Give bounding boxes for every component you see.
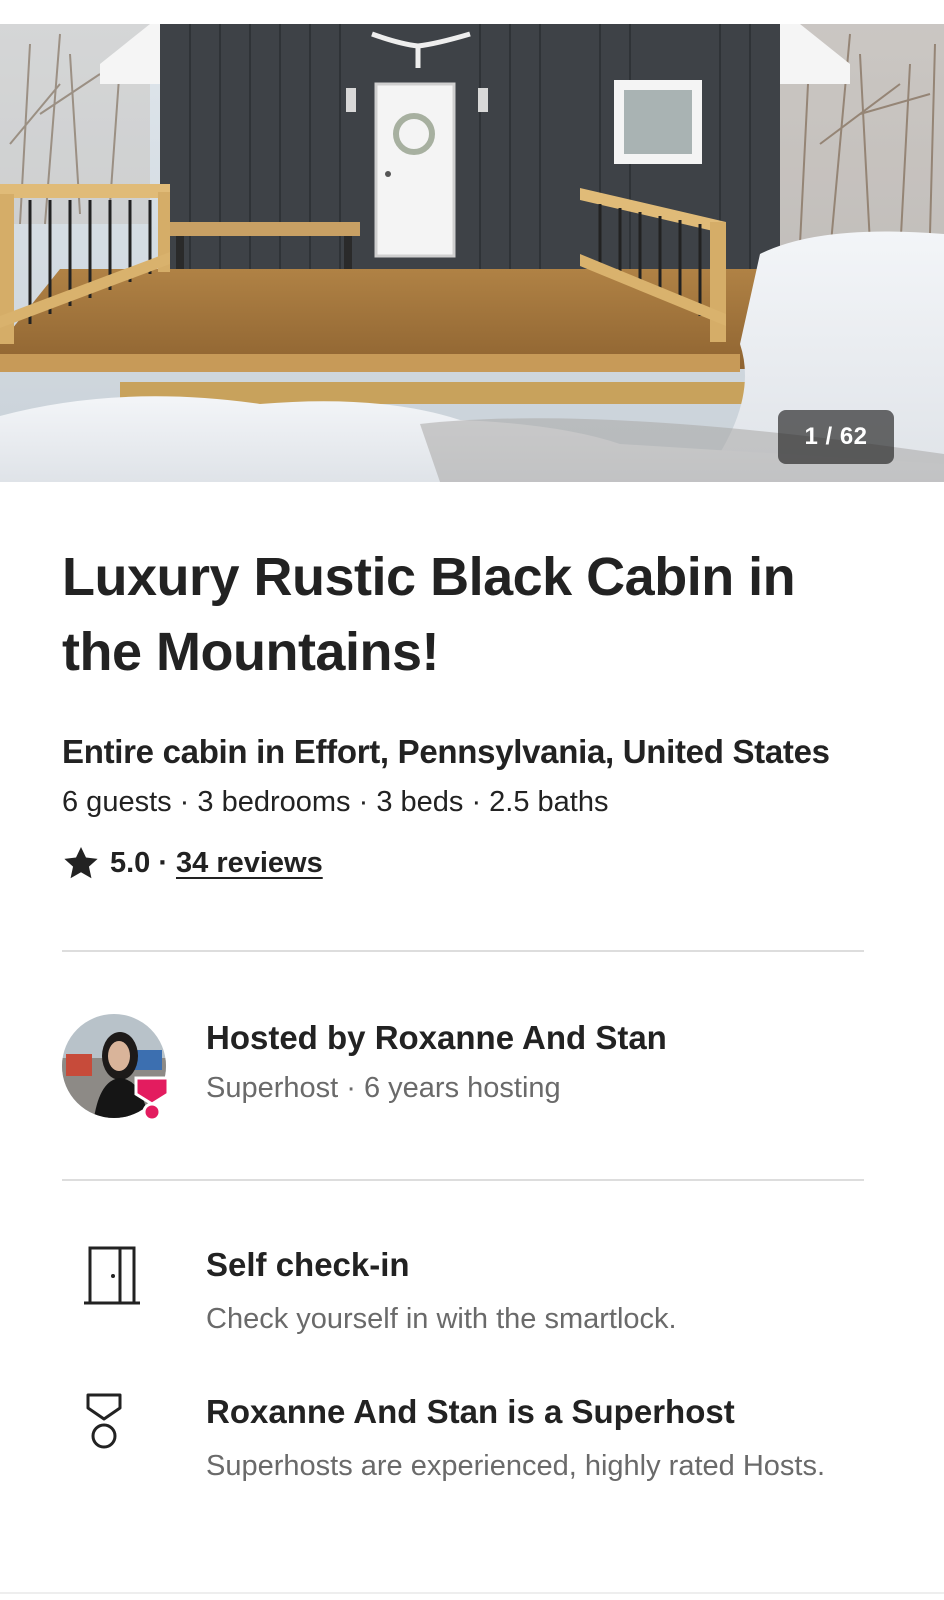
door-icon (84, 1246, 140, 1305)
rating-value: 5.0 (110, 847, 151, 879)
rating-separator: · (158, 847, 168, 879)
host-avatar[interactable] (62, 1014, 170, 1122)
bottom-divider (0, 1592, 944, 1594)
feature-superhost: Roxanne And Stan is a Superhost Superhos… (62, 1392, 864, 1532)
section-divider (62, 950, 864, 952)
listing-details: 6 guests · 3 bedrooms · 3 beds · 2.5 bat… (62, 786, 609, 818)
host-meta: Superhost · 6 years hosting (206, 1072, 561, 1104)
listing-title: Luxury Rustic Black Cabin in the Mountai… (62, 547, 796, 682)
host-name: Hosted by Roxanne And Stan (206, 1019, 667, 1056)
feature-title: Roxanne And Stan is a Superhost (206, 1393, 735, 1430)
listing-subtitle: Entire cabin in Effort, Pennsylvania, Un… (62, 733, 830, 770)
superhost-medal-icon (86, 1393, 122, 1449)
feature-text: Self check-in Check yourself in with the… (206, 1245, 856, 1341)
host-section[interactable]: Hosted by Roxanne And Stan Superhost · 6… (62, 1014, 864, 1124)
feature-title: Self check-in (206, 1246, 410, 1283)
superhost-badge-icon (134, 1076, 170, 1122)
photo-counter: 1 / 62 (778, 410, 894, 464)
listing-summary: Luxury Rustic Black Cabin in the Mountai… (62, 482, 864, 882)
feature-description: Check yourself in with the smartlock. (206, 1303, 677, 1335)
section-divider (62, 1179, 864, 1181)
feature-text: Roxanne And Stan is a Superhost Superhos… (206, 1392, 856, 1488)
listing-photo-gallery[interactable]: 1 / 62 (0, 24, 944, 482)
top-strip (0, 0, 944, 24)
feature-description: Superhosts are experienced, highly rated… (206, 1450, 826, 1482)
star-icon (64, 846, 98, 879)
reviews-link[interactable]: 34 reviews (176, 845, 323, 881)
feature-self-check-in: Self check-in Check yourself in with the… (62, 1245, 864, 1345)
rating-row: 5.0 · 34 reviews (62, 844, 864, 882)
host-info: Hosted by Roxanne And Stan Superhost · 6… (206, 1018, 667, 1106)
